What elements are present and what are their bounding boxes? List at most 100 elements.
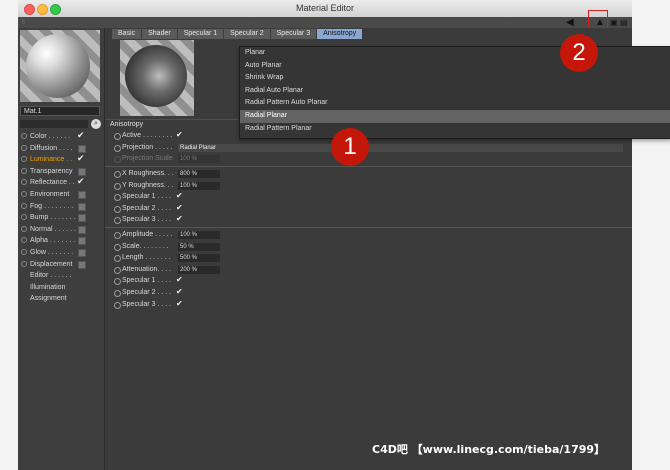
channel-diffusion[interactable]: Diffusion . . . . (18, 143, 104, 155)
scale-field[interactable]: 50 % (178, 242, 220, 251)
channel-checkbox[interactable] (78, 248, 86, 257)
check-icon[interactable]: ✔ (176, 274, 183, 285)
tab-basic[interactable]: Basic (112, 29, 142, 39)
channel-fog[interactable]: Fog . . . . . . . . (18, 201, 104, 213)
channel-alpha[interactable]: Alpha . . . . . . . (18, 235, 104, 247)
check-icon[interactable]: ✔ (77, 176, 85, 187)
lock-icon[interactable]: ▣ (610, 17, 618, 28)
channel-checkbox[interactable] (78, 202, 86, 211)
annotation-marker-2: 2 (560, 34, 598, 72)
pin-icon[interactable]: ▤ (620, 17, 628, 28)
channel-toggle-icon[interactable] (21, 202, 27, 209)
animate-icon[interactable] (114, 217, 121, 225)
channel-toggle-icon[interactable] (21, 133, 27, 139)
sub-editor[interactable]: Editor . . . . . . (18, 270, 104, 282)
channel-checkbox[interactable] (78, 214, 86, 223)
channel-toggle-icon[interactable] (21, 179, 27, 186)
channel-checkbox[interactable] (78, 237, 86, 246)
material-preview (20, 30, 100, 102)
check-icon[interactable]: ✔ (176, 298, 183, 309)
animate-icon[interactable] (114, 266, 121, 274)
animate-icon[interactable] (114, 171, 121, 178)
channel-checkbox[interactable] (78, 144, 86, 153)
tab-shader[interactable]: Shader (142, 29, 177, 39)
animate-icon[interactable] (114, 243, 121, 251)
menu-item-radial-pattern-planar[interactable]: Radial Pattern Planar (240, 123, 670, 136)
sub-illumination[interactable]: Illumination (18, 282, 104, 294)
channel-checkbox[interactable] (78, 190, 86, 199)
channel-normal[interactable]: Normal . . . . . . (18, 224, 104, 236)
prop-length: Length . . . . . . . 500 % (105, 252, 632, 264)
channel-toggle-icon[interactable] (21, 156, 27, 163)
channel-transparency[interactable]: Transparency (18, 166, 104, 178)
channel-toggle-icon[interactable] (21, 225, 27, 232)
channel-toggle-icon[interactable] (21, 260, 27, 267)
channel-displacement[interactable]: Displacement (18, 259, 104, 271)
check-icon[interactable]: ✔ (176, 202, 183, 213)
channel-toggle-icon[interactable] (21, 144, 27, 151)
tab-specular-2[interactable]: Specular 2 (224, 29, 270, 39)
tab-specular-1[interactable]: Specular 1 (177, 29, 224, 39)
prop-scale: Scale. . . . . . . . 50 % (105, 241, 632, 253)
check-icon[interactable]: ✔ (176, 190, 183, 201)
channel-toggle-icon[interactable] (21, 237, 27, 244)
prop-x-roughness: X Roughness. . . 800 % (105, 168, 632, 180)
check-icon[interactable]: ✔ (77, 153, 85, 164)
animate-icon[interactable] (114, 194, 121, 202)
search-icon[interactable]: ⌕ (91, 119, 101, 129)
separator (105, 227, 632, 228)
tab-anisotropy[interactable]: Anisotropy (317, 29, 363, 39)
animate-icon[interactable] (114, 278, 121, 286)
channel-luminance[interactable]: Luminance . . ✔ (18, 153, 104, 166)
channel-color[interactable]: Color . . . . . . ✔ (18, 130, 104, 143)
channel-filter-bar[interactable] (20, 120, 88, 128)
menu-item-auto-planar[interactable]: Auto Planar (240, 60, 670, 73)
animate-icon[interactable] (114, 232, 121, 239)
arrow-left-icon[interactable]: ◀ (566, 17, 574, 28)
channel-label: Transparency (30, 167, 73, 175)
menu-item-radial-auto-planar[interactable]: Radial Auto Planar (240, 85, 670, 98)
menu-item-planar[interactable]: Planar (240, 47, 670, 60)
projection-dropdown-menu: Planar Auto Planar Shrink Wrap Radial Au… (239, 46, 670, 139)
channel-checkbox[interactable] (78, 167, 86, 176)
animate-icon[interactable] (114, 255, 121, 263)
menu-item-radial-planar[interactable]: Radial Planar (240, 109, 670, 123)
channel-environment[interactable]: Environment (18, 189, 104, 201)
anisotropy-preview (120, 40, 194, 116)
channel-checkbox[interactable] (78, 225, 86, 234)
amplitude-field[interactable]: 100 % (178, 231, 220, 239)
menu-item-shrink-wrap[interactable]: Shrink Wrap (240, 72, 670, 85)
prop-specular-1: Specular 1 . . . . ✔ (105, 191, 632, 203)
sub-assignment[interactable]: Assignment (18, 293, 104, 305)
x-roughness-field[interactable]: 800 % (178, 170, 220, 178)
animate-icon[interactable] (114, 290, 121, 297)
animate-icon[interactable] (114, 301, 121, 309)
length-field[interactable]: 500 % (178, 254, 220, 263)
check-icon[interactable]: ✔ (77, 130, 85, 141)
tab-specular-3[interactable]: Specular 3 (270, 29, 317, 39)
projection-select[interactable]: Radial Planar (178, 143, 623, 152)
channel-checkbox[interactable] (78, 260, 86, 269)
preview-sphere (26, 34, 90, 98)
attenuation-field[interactable]: 200 % (178, 265, 220, 274)
channel-reflectance[interactable]: Reflectance . . ✔ (18, 176, 104, 189)
channel-toggle-icon[interactable] (21, 167, 27, 174)
grip-icon[interactable]: ⠿ (21, 19, 25, 26)
y-roughness-field[interactable]: 100 % (178, 181, 220, 190)
animate-icon[interactable] (114, 205, 121, 213)
channel-glow[interactable]: Glow . . . . . . . (18, 247, 104, 259)
channel-toggle-icon[interactable] (21, 190, 27, 197)
channel-toggle-icon[interactable] (21, 214, 27, 221)
channel-label: Color . . . . . . (30, 133, 71, 140)
material-name-field[interactable]: Mat.1 (20, 106, 100, 116)
animate-icon[interactable] (114, 133, 121, 140)
menu-item-radial-pattern-auto-planar[interactable]: Radial Pattern Auto Planar (240, 97, 670, 110)
animate-icon[interactable] (114, 182, 121, 190)
channel-bump[interactable]: Bump . . . . . . . (18, 212, 104, 224)
prop-specular-3b: Specular 3 . . . . ✔ (105, 299, 632, 311)
check-icon[interactable]: ✔ (176, 213, 183, 224)
check-icon[interactable]: ✔ (176, 286, 183, 297)
channel-toggle-icon[interactable] (21, 248, 27, 255)
animate-icon[interactable] (114, 144, 121, 152)
check-icon[interactable]: ✔ (176, 129, 183, 140)
